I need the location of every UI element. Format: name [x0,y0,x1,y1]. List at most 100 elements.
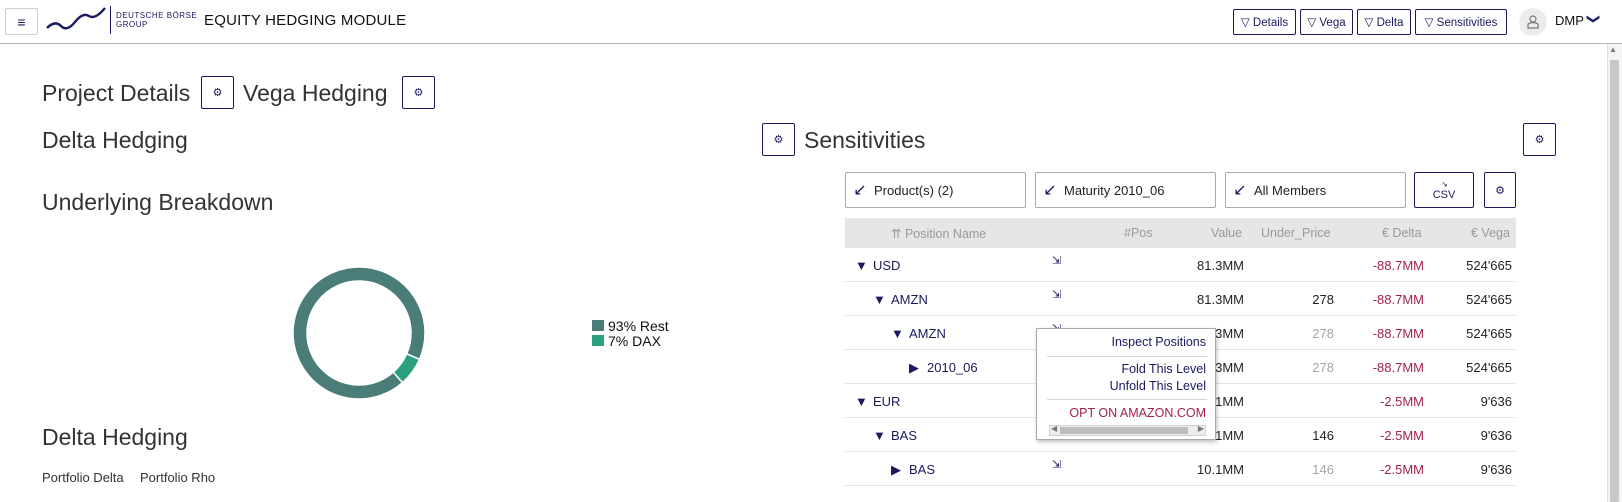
row-toggle-icon[interactable]: ▶ [909,360,919,376]
position-name[interactable]: AMZN [909,326,946,341]
user-avatar[interactable] [1519,8,1547,36]
page-scrollbar-thumb[interactable] [1610,60,1619,502]
under-price-cell: 146 [1312,462,1334,477]
row-toggle-icon[interactable]: ▼ [855,394,868,409]
vega-cell: 9'636 [1480,428,1512,443]
details-toggle-button[interactable]: ▽ Details [1233,9,1296,35]
app-title: EQUITY HEDGING MODULE [204,12,407,29]
menu-item-fold-level[interactable]: Fold This Level [1121,362,1206,376]
filter-arrow-icon: ↙ [853,182,867,199]
vega-hedging-settings-button[interactable]: ⚙ [402,76,435,109]
delta-cell: -2.5MM [1379,428,1424,443]
under-price-cell: 278 [1312,292,1334,307]
logo-text: DEUTSCHE BÖRSE GROUP [116,11,198,29]
vega-toggle-button[interactable]: ▽ Vega [1300,9,1353,35]
position-name[interactable]: AMZN [891,292,928,307]
value-cell: 1MM [1215,394,1244,409]
col-pos[interactable]: #Pos [1124,226,1153,240]
download-arrow-icon: ↙ [1440,180,1449,188]
gear-icon: ⚙ [212,87,223,99]
project-details-settings-button[interactable]: ⚙ [201,76,234,109]
position-name[interactable]: BAS [891,428,917,443]
position-name[interactable]: BAS [909,462,935,477]
col-delta[interactable]: € Delta [1382,226,1422,240]
underlying-breakdown-heading: Underlying Breakdown [42,189,274,215]
menu-horizontal-scrollbar[interactable]: ◀ ▶ [1049,424,1206,436]
scroll-right-icon[interactable]: ▶ [1198,424,1204,433]
row-toggle-icon[interactable]: ▼ [873,292,886,307]
col-under-price[interactable]: Under_Price [1261,226,1330,240]
drill-down-icon[interactable]: ⇲ [1052,288,1061,301]
menu-scrollbar-thumb[interactable] [1060,427,1188,434]
delta-toggle-button[interactable]: ▽ Delta [1357,9,1411,35]
delta-hedging-heading: Delta Hedging [42,127,188,153]
vega-cell: 9'636 [1480,462,1512,477]
context-menu: Inspect Positions Fold This Level Unfold… [1036,328,1216,440]
hamburger-icon: ≡ [17,13,26,30]
maturity-filter[interactable]: ↙ Maturity 2010_06 [1035,172,1216,208]
logo-icon [46,7,106,30]
project-details-heading: Project Details [42,80,191,106]
products-filter[interactable]: ↙ Product(s) (2) [845,172,1026,208]
delta-cell: -88.7MM [1372,360,1424,375]
user-chevron-down-icon[interactable]: ❯ [1585,14,1601,25]
gear-icon: ⚙ [1495,184,1505,197]
value-cell: 10.1MM [1197,462,1244,477]
legend-label: 7% DAX [608,332,661,349]
menu-divider [1047,356,1207,357]
position-name[interactable]: USD [873,258,900,273]
gear-icon: ⚙ [773,134,784,146]
value-cell: 81.3MM [1197,258,1244,273]
col-position-name[interactable]: ⇈ Position Name [891,226,986,241]
menu-item-inspect-positions[interactable]: Inspect Positions [1112,335,1207,349]
col-value[interactable]: Value [1211,226,1242,240]
sensitivities-toggle-button[interactable]: ▽ Sensitivities [1415,9,1507,35]
value-cell: 3MM [1215,360,1244,375]
menu-item-unfold-level[interactable]: Unfold This Level [1110,379,1206,393]
user-icon [1527,15,1539,29]
row-toggle-icon[interactable]: ▶ [891,462,901,478]
vega-cell: 524'665 [1466,292,1512,307]
col-vega[interactable]: € Vega [1471,226,1510,240]
gear-icon: ⚙ [413,87,424,99]
vega-cell: 524'665 [1466,360,1512,375]
sensitivities-heading: Sensitivities [804,127,926,153]
under-price-cell: 146 [1312,428,1334,443]
menu-button[interactable]: ≡ [5,8,38,35]
user-name[interactable]: DMP [1555,13,1584,28]
underlying-breakdown-donut-chart [292,266,426,400]
delta-hedging-bottom-heading: Delta Hedging [42,424,188,450]
members-filter[interactable]: ↙ All Members [1225,172,1406,208]
row-toggle-icon[interactable]: ▼ [855,258,868,273]
scroll-up-icon[interactable]: ▲ [1609,45,1617,54]
delta-hedging-settings-button[interactable]: ⚙ [762,123,795,156]
scroll-left-icon[interactable]: ◀ [1051,424,1057,433]
menu-divider [1047,399,1207,400]
row-toggle-icon[interactable]: ▼ [891,326,904,341]
value-cell: 81.3MM [1197,292,1244,307]
portfolio-rho-label: Portfolio Rho [140,470,216,485]
value-cell: 1MM [1215,428,1244,443]
vega-cell: 524'665 [1466,258,1512,273]
filter-arrow-icon: ↙ [1043,182,1057,199]
drill-down-icon[interactable]: ⇲ [1052,458,1061,471]
table-settings-button[interactable]: ⚙ [1484,172,1516,208]
row-amzn[interactable]: ▼ AMZN ⇲ 81.3MM 278 -88.7MM 524'665 [845,282,1516,316]
position-name[interactable]: 2010_06 [927,360,978,375]
menu-item-opt-amazon[interactable]: OPT ON AMAZON.COM [1069,406,1206,420]
portfolio-delta-label: Portfolio Delta [42,470,124,485]
logo-divider [110,6,111,34]
row-bas-sub[interactable]: ▶ BAS ⇲ 10.1MM 146 -2.5MM 9'636 [845,452,1516,486]
delta-cell: -88.7MM [1372,292,1424,307]
chart-legend: 93% Rest 7% DAX [592,318,669,349]
row-usd[interactable]: ▼ USD ⇲ 81.3MM -88.7MM 524'665 [845,248,1516,282]
gear-icon: ⚙ [1534,134,1545,146]
under-price-cell: 278 [1312,360,1334,375]
row-toggle-icon[interactable]: ▼ [873,428,886,443]
csv-export-button[interactable]: ↙ CSV [1414,172,1474,208]
sensitivities-settings-button[interactable]: ⚙ [1523,123,1556,156]
drill-down-icon[interactable]: ⇲ [1052,254,1061,267]
legend-swatch [592,320,604,331]
position-name[interactable]: EUR [873,394,900,409]
delta-cell: -2.5MM [1379,394,1424,409]
